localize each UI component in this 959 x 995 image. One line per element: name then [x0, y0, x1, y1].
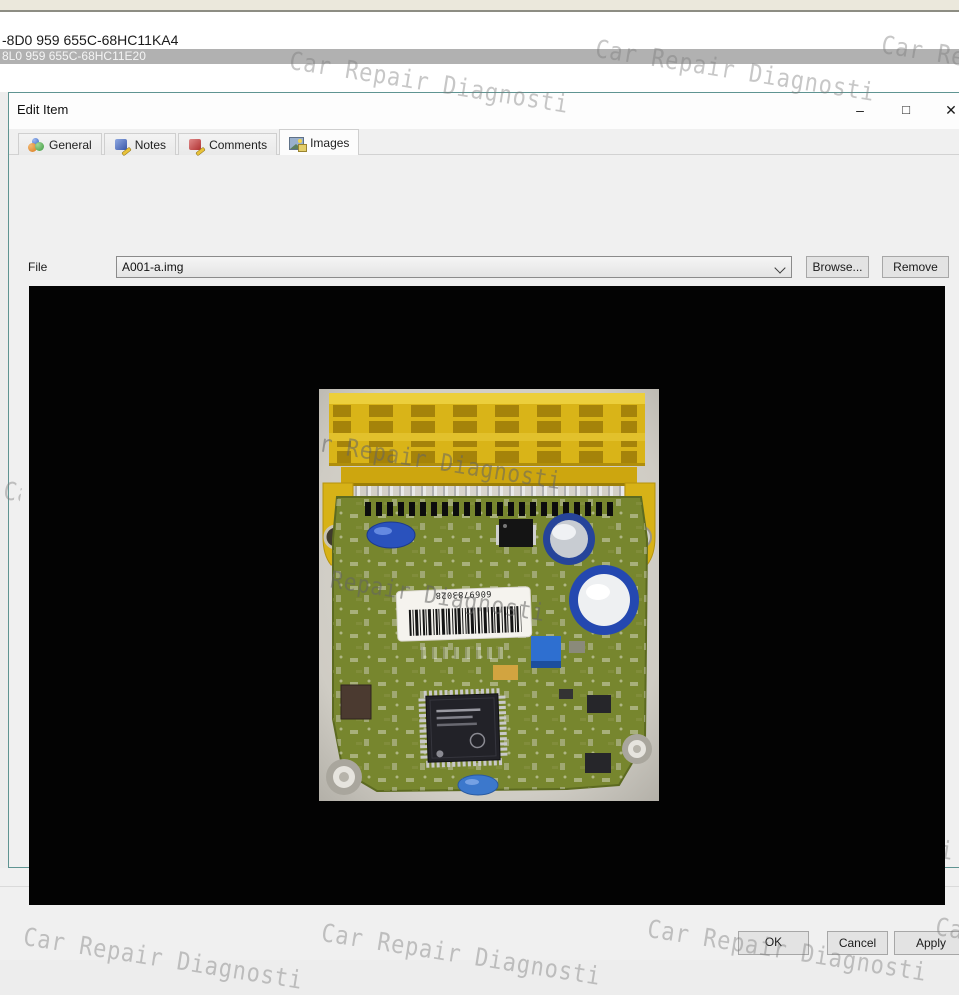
capacitor-upper	[543, 513, 595, 565]
file-combobox-value: A001-a.img	[122, 260, 183, 274]
close-icon[interactable]: ✕	[935, 98, 959, 122]
qfp-microcontroller	[422, 692, 504, 765]
maximize-icon[interactable]: □	[890, 98, 922, 122]
tab-strip: General Notes Comments Images	[18, 130, 361, 155]
small-blue-capacitor	[458, 775, 498, 795]
capacitor-lower	[569, 565, 639, 635]
minimize-icon[interactable]: –	[844, 98, 876, 122]
connector-solder-row	[363, 501, 615, 516]
tab-label: Images	[310, 136, 349, 150]
browse-button[interactable]: Browse...	[806, 256, 869, 278]
blue-note-icon	[114, 138, 130, 152]
tab-notes[interactable]: Notes	[104, 133, 176, 155]
background-window: -8D0 959 655C-68HC11KA4 8L0 959 655C-68H…	[0, 0, 959, 92]
tab-images[interactable]: Images	[279, 129, 359, 155]
tab-general[interactable]: General	[18, 133, 102, 155]
file-field-label: File	[28, 260, 47, 274]
barcode-number: 6069783028	[435, 588, 492, 600]
cancel-button[interactable]: Cancel	[827, 931, 888, 955]
background-toolbar-strip	[0, 0, 959, 12]
chevron-down-icon[interactable]	[774, 262, 785, 273]
blue-oval-capacitor	[367, 522, 415, 548]
ecu-board-graphic: 6069783028	[319, 389, 659, 801]
tab-label: General	[49, 138, 92, 152]
dialog-titlebar: Edit Item – □ ✕	[9, 93, 959, 129]
edit-item-dialog: Edit Item – □ ✕ General Notes Comments	[8, 92, 959, 868]
file-combobox[interactable]: A001-a.img	[116, 256, 792, 278]
small-ic	[585, 753, 611, 773]
tab-comments[interactable]: Comments	[178, 133, 277, 155]
image-preview-panel: 6069783028	[29, 286, 945, 905]
red-note-icon	[188, 138, 204, 152]
remove-button[interactable]: Remove	[882, 256, 949, 278]
tab-label: Comments	[209, 138, 267, 152]
blue-square-component	[531, 636, 561, 668]
list-item[interactable]: -8D0 959 655C-68HC11KA4	[2, 32, 178, 48]
small-ic	[587, 695, 611, 713]
apply-button-disabled[interactable]: Apply	[894, 931, 959, 955]
brown-component	[341, 685, 371, 719]
list-item-selected[interactable]: 8L0 959 655C-68HC11E20	[0, 49, 959, 64]
ok-button[interactable]: OK	[738, 931, 809, 955]
barcode-label: 6069783028	[396, 587, 532, 642]
category-balls-icon	[28, 138, 44, 152]
tan-component	[493, 665, 518, 680]
soic-chip	[496, 519, 536, 547]
picture-icon	[289, 136, 305, 150]
dialog-title: Edit Item	[17, 102, 68, 117]
tab-label: Notes	[135, 138, 166, 152]
ecu-photo: 6069783028	[319, 389, 659, 801]
pcb: 6069783028	[326, 497, 652, 795]
